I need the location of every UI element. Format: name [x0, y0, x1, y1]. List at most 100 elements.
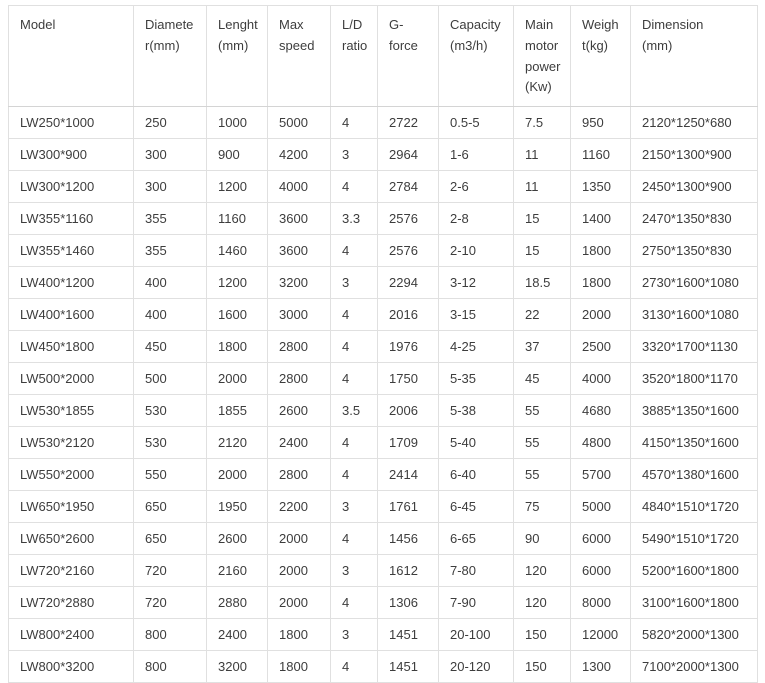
- table-cell: LW800*2400: [9, 619, 134, 651]
- table-cell: 355: [134, 235, 207, 267]
- table-cell: LW530*1855: [9, 395, 134, 427]
- table-cell: 2-10: [439, 235, 514, 267]
- column-header: Dimension (mm): [631, 6, 758, 107]
- table-cell: LW650*2600: [9, 523, 134, 555]
- table-cell: 4: [331, 331, 378, 363]
- table-cell: LW720*2160: [9, 555, 134, 587]
- table-cell: 4-25: [439, 331, 514, 363]
- table-cell: 3520*1800*1170: [631, 363, 758, 395]
- table-cell: 1451: [378, 619, 439, 651]
- column-header: Max speed: [268, 6, 331, 107]
- table-cell: 355: [134, 203, 207, 235]
- column-header: Diameter(mm): [134, 6, 207, 107]
- table-cell: 450: [134, 331, 207, 363]
- table-cell: 1160: [207, 203, 268, 235]
- table-row: LW250*100025010005000427220.5-57.5950212…: [9, 107, 758, 139]
- table-cell: 4: [331, 523, 378, 555]
- table-cell: 5-35: [439, 363, 514, 395]
- column-header: Capacity(m3/h): [439, 6, 514, 107]
- table-cell: 2-6: [439, 171, 514, 203]
- table-row: LW800*3200800320018004145120-12015013007…: [9, 651, 758, 683]
- table-cell: LW355*1460: [9, 235, 134, 267]
- table-cell: LW550*2000: [9, 459, 134, 491]
- table-cell: 300: [134, 139, 207, 171]
- table-cell: 1709: [378, 427, 439, 459]
- table-cell: 4000: [571, 363, 631, 395]
- table-cell: 150: [514, 619, 571, 651]
- table-cell: 800: [134, 651, 207, 683]
- table-cell: 3-12: [439, 267, 514, 299]
- table-cell: 3: [331, 267, 378, 299]
- column-header-label: Weight(kg): [582, 17, 619, 53]
- table-cell: 650: [134, 491, 207, 523]
- table-cell: 5-38: [439, 395, 514, 427]
- table-cell: 900: [207, 139, 268, 171]
- table-cell: LW400*1600: [9, 299, 134, 331]
- table-cell: 650: [134, 523, 207, 555]
- table-cell: 2160: [207, 555, 268, 587]
- table-cell: 4: [331, 459, 378, 491]
- table-cell: 2414: [378, 459, 439, 491]
- table-row: LW720*288072028802000413067-901208000310…: [9, 587, 758, 619]
- column-header-label: Model: [20, 17, 55, 32]
- table-cell: 2200: [268, 491, 331, 523]
- table-cell: 0.5-5: [439, 107, 514, 139]
- table-cell: LW355*1160: [9, 203, 134, 235]
- table-cell: 1300: [571, 651, 631, 683]
- table-cell: 2576: [378, 235, 439, 267]
- table-cell: 1800: [268, 619, 331, 651]
- table-cell: 5700: [571, 459, 631, 491]
- table-cell: 3600: [268, 203, 331, 235]
- table-cell: 1456: [378, 523, 439, 555]
- table-cell: 1000: [207, 107, 268, 139]
- table-cell: 1400: [571, 203, 631, 235]
- table-cell: 2000: [268, 587, 331, 619]
- table-cell: 2400: [268, 427, 331, 459]
- table-cell: 950: [571, 107, 631, 139]
- table-cell: 500: [134, 363, 207, 395]
- spec-table-page: ModelDiameter(mm)Lenght(mm)Max speedL/D …: [8, 5, 757, 683]
- table-cell: 55: [514, 395, 571, 427]
- table-cell: LW300*900: [9, 139, 134, 171]
- table-cell: 20-120: [439, 651, 514, 683]
- table-cell: 3.5: [331, 395, 378, 427]
- table-cell: 2-8: [439, 203, 514, 235]
- table-cell: 1761: [378, 491, 439, 523]
- table-row: LW650*260065026002000414566-659060005490…: [9, 523, 758, 555]
- table-cell: 4000: [268, 171, 331, 203]
- table-cell: 2294: [378, 267, 439, 299]
- table-cell: 4570*1380*1600: [631, 459, 758, 491]
- table-cell: 2800: [268, 459, 331, 491]
- table-cell: 4200: [268, 139, 331, 171]
- specification-table: ModelDiameter(mm)Lenght(mm)Max speedL/D …: [8, 5, 758, 683]
- table-cell: LW650*1950: [9, 491, 134, 523]
- column-header-label: G-force: [389, 17, 418, 53]
- table-row: LW355*146035514603600425762-101518002750…: [9, 235, 758, 267]
- column-header-label: Capacity(m3/h): [450, 17, 501, 53]
- table-cell: 2000: [268, 523, 331, 555]
- table-row: LW720*216072021602000316127-801206000520…: [9, 555, 758, 587]
- table-cell: 1800: [571, 235, 631, 267]
- table-cell: 4: [331, 427, 378, 459]
- table-cell: 1200: [207, 171, 268, 203]
- table-cell: 7.5: [514, 107, 571, 139]
- table-cell: 1600: [207, 299, 268, 331]
- table-cell: LW300*1200: [9, 171, 134, 203]
- table-cell: 1160: [571, 139, 631, 171]
- table-cell: 55: [514, 427, 571, 459]
- table-cell: 2450*1300*900: [631, 171, 758, 203]
- table-cell: 3: [331, 619, 378, 651]
- column-header: Weight(kg): [571, 6, 631, 107]
- table-cell: 55: [514, 459, 571, 491]
- table-row: LW355*1160355116036003.325762-8151400247…: [9, 203, 758, 235]
- table-cell: 2470*1350*830: [631, 203, 758, 235]
- table-cell: 2120*1250*680: [631, 107, 758, 139]
- table-cell: 3: [331, 491, 378, 523]
- table-cell: 8000: [571, 587, 631, 619]
- table-cell: 250: [134, 107, 207, 139]
- column-header-label: Dimension (mm): [642, 15, 716, 57]
- table-row: LW550*200055020002800424146-405557004570…: [9, 459, 758, 491]
- table-cell: 2722: [378, 107, 439, 139]
- column-header-label: Max speed: [279, 17, 314, 53]
- table-cell: 1306: [378, 587, 439, 619]
